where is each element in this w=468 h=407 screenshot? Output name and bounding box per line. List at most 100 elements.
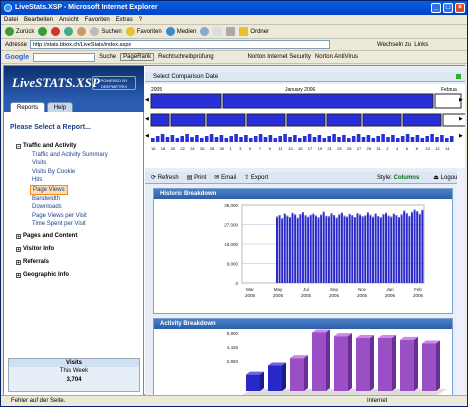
expand-icon[interactable]: + — [16, 233, 21, 239]
report-tree: − Traffic and Activity Traffic and Activi… — [16, 142, 140, 280]
address-input[interactable]: http://stats.bbox.ch/LiveStats/index.asp… — [30, 40, 331, 49]
historic-title: Historic Breakdown — [154, 189, 452, 199]
tree-item-pv-per-visit[interactable]: Page Views per Visit — [16, 212, 140, 220]
left-tabs: Reports Help — [4, 100, 144, 112]
historic-bar-top — [304, 215, 307, 217]
links-button[interactable]: Links — [414, 42, 428, 48]
timeline-day-label: 31 — [376, 146, 381, 151]
refresh-button[interactable]: ⟳ Refresh — [151, 174, 179, 181]
historic-bar-top — [325, 215, 328, 218]
timeline-day-bar — [195, 135, 199, 142]
timeline-day-label: 2 — [386, 146, 389, 151]
timeline-day-label: 13 — [288, 146, 293, 151]
tree-item-summary[interactable]: Traffic and Activity Summary — [16, 151, 140, 159]
timeline-day-label: 17 — [308, 146, 313, 151]
spellcheck-button[interactable]: Rechtschreibprüfung — [158, 54, 213, 60]
folders-button[interactable]: Ordner — [239, 27, 269, 36]
livestats-logo: LiveSTATS.XSP POWERED BY DEEPMETRIX — [4, 66, 144, 100]
visits-value: 3,704 — [66, 377, 82, 383]
historic-bar — [288, 217, 291, 283]
export-button[interactable]: ⇪ Export — [244, 174, 268, 181]
expand-icon[interactable]: + — [16, 272, 21, 278]
tree-geographic-info[interactable]: + Geographic Info — [16, 271, 140, 280]
menu-extras[interactable]: Extras — [113, 15, 136, 25]
home-button[interactable] — [77, 27, 87, 36]
tree-traffic-activity[interactable]: − Traffic and Activity — [16, 142, 140, 151]
timeline-day-bar — [244, 135, 248, 142]
maximize-button[interactable]: □ — [443, 3, 453, 13]
historic-bar-top — [374, 213, 377, 215]
mail-button[interactable] — [213, 27, 223, 36]
timeline-day-bar — [307, 134, 312, 142]
minimize-button[interactable]: _ — [431, 3, 441, 13]
stop-button[interactable] — [51, 27, 61, 36]
print-page-button[interactable] — [226, 27, 236, 36]
menu-datei[interactable]: Datei — [1, 15, 21, 25]
select-report-prompt: Please Select a Report... — [10, 124, 91, 131]
menu-help[interactable]: ? — [136, 15, 145, 25]
timeline-svg[interactable]: 2005 January 2006 Februa16 18 20 22 24 26 28 30 1 3… — [145, 84, 465, 168]
historic-bar-top — [343, 215, 346, 217]
y-tick-label: 5,900 — [227, 331, 239, 336]
tree-item-visits-cookie[interactable]: Visits By Cookie — [16, 168, 140, 176]
menu-ansicht[interactable]: Ansicht — [56, 15, 82, 25]
date-timeline[interactable]: 2005 January 2006 Februa 16 18 20 22 24 26 28 30 1 3… — [145, 84, 465, 168]
menu-favoriten[interactable]: Favoriten — [82, 15, 113, 25]
google-search-input[interactable] — [33, 52, 96, 62]
expand-icon[interactable]: + — [16, 246, 21, 252]
search-button[interactable]: Suchen — [90, 27, 122, 36]
close-button[interactable]: × — [455, 3, 465, 13]
activity-chart: 5,900 4,425 2,950 — [227, 329, 447, 395]
style-selector[interactable]: Style: Columns — [377, 175, 419, 181]
timeline-week-block — [362, 113, 402, 127]
historic-bar — [405, 213, 408, 283]
google-search-button[interactable]: Suche — [99, 54, 116, 60]
refresh-page-button[interactable] — [64, 27, 74, 36]
favorites-button[interactable]: Favoriten — [125, 27, 162, 36]
tree-referrals[interactable]: + Referrals — [16, 258, 140, 267]
tab-reports[interactable]: Reports — [10, 102, 46, 112]
norton-antivirus-button[interactable]: Norton AntiVirus — [315, 54, 358, 60]
timeline-day-bar — [219, 135, 224, 142]
tree-item-hits[interactable]: Hits — [16, 176, 140, 184]
historic-bar — [340, 212, 343, 283]
tab-help[interactable]: Help — [46, 102, 74, 112]
historic-bar — [390, 216, 393, 283]
tree-pages-content[interactable]: + Pages and Content — [16, 232, 140, 241]
timeline-day-bar — [386, 137, 390, 142]
timeline-day-label: 23 — [337, 146, 342, 151]
go-button[interactable]: Wechseln zu — [377, 42, 411, 48]
tree-item-bandwidth[interactable]: Bandwidth — [16, 195, 140, 203]
timeline-day-bar — [190, 137, 194, 142]
history-button[interactable] — [200, 27, 210, 36]
logout-button[interactable]: ⏏ Logout — [433, 174, 459, 181]
expand-icon[interactable]: + — [16, 259, 21, 265]
tree-item-time-per-visit[interactable]: Time Spent per Visit — [16, 220, 140, 228]
x-tick-label-year: 2005 — [357, 293, 368, 298]
collapse-icon[interactable]: − — [16, 144, 21, 150]
timeline-arrow-icon: ◀ — [145, 97, 149, 103]
tree-visitor-info[interactable]: + Visitor Info — [16, 245, 140, 254]
timeline-day-label: 8 — [416, 146, 419, 151]
pagerank-button[interactable]: PageRank — [120, 53, 155, 61]
vertical-scrollbar[interactable] — [457, 168, 465, 396]
norton-security-button[interactable]: Norton Internet Security — [248, 54, 311, 60]
timeline-day-label: 11 — [278, 146, 283, 151]
back-button[interactable]: Zurück — [5, 27, 34, 36]
historic-bar-top — [283, 213, 286, 215]
timeline-day-bar — [396, 138, 400, 142]
historic-bar-top — [327, 216, 330, 218]
menu-bearbeiten[interactable]: Bearbeiten — [21, 15, 56, 25]
email-button[interactable]: ✉ Email — [214, 174, 236, 181]
forward-button[interactable] — [38, 27, 48, 36]
print-button[interactable]: ▤ Print — [187, 174, 207, 181]
historic-bar — [366, 212, 369, 283]
tree-item-visits[interactable]: Visits — [16, 159, 140, 167]
tree-item-page-views[interactable]: Page Views — [30, 184, 68, 196]
tree-item-downloads[interactable]: Downloads — [16, 203, 140, 211]
timeline-day-label: 26 — [200, 146, 205, 151]
right-pane: Select Comparison Date 2005 January 2006 F… — [145, 66, 465, 396]
timeline-day-bar — [347, 138, 351, 142]
media-button[interactable]: Medien — [165, 27, 196, 36]
timeline-day-bar — [356, 134, 361, 142]
